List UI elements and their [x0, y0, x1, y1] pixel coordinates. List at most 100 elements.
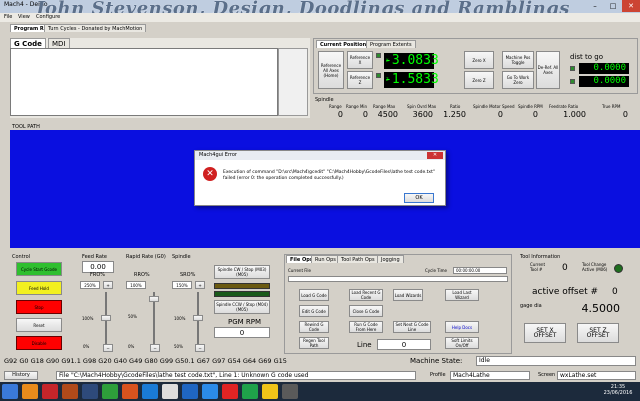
- tab-jogging[interactable]: Jogging: [377, 255, 404, 263]
- app-icon-7[interactable]: [142, 384, 158, 399]
- menu-bar: File View Configure: [0, 13, 640, 22]
- tab-current-positions[interactable]: Current Positions: [316, 40, 374, 48]
- menu-file[interactable]: File: [4, 14, 12, 20]
- minimize-button[interactable]: –: [586, 0, 604, 12]
- zero-z-button[interactable]: Zero Z: [464, 71, 494, 89]
- dtg-x-led: [570, 66, 575, 71]
- gage-dia-value: 4.5000: [581, 302, 621, 315]
- fro-plus-button[interactable]: +: [103, 281, 113, 289]
- app-icon-14[interactable]: [282, 384, 298, 399]
- feedrate-ratio-label: Feedrate Ratio: [549, 104, 579, 109]
- app-icon-6[interactable]: [122, 384, 138, 399]
- reset-button[interactable]: Reset: [16, 318, 62, 332]
- app-icon-8[interactable]: [162, 384, 178, 399]
- true-rpm-label: True RPM: [602, 104, 621, 109]
- fro-label: FRO%: [90, 272, 106, 278]
- reference-z-button[interactable]: Reference Z: [347, 71, 373, 89]
- tab-turn-cycles[interactable]: Turn Cycles - Donated by MachMotion: [44, 24, 147, 32]
- spindle-at-speed-indicator: [214, 291, 270, 297]
- feed-rate-title: Feed Rate: [82, 254, 107, 260]
- menu-view[interactable]: View: [18, 14, 30, 20]
- sro-plus-button[interactable]: +: [195, 281, 205, 289]
- app-icon-1[interactable]: [22, 384, 38, 399]
- error-dialog: Mach4gui Error ✕ ✕ Execution of command …: [194, 150, 446, 206]
- help-docs-button[interactable]: Help Docs: [445, 321, 479, 333]
- goto-work-zero-button[interactable]: Go To Work Zero: [502, 71, 534, 89]
- spindle-row: Spindle Range Range Min Range Max Spin O…: [313, 97, 638, 123]
- ratio-value: 1.250: [443, 110, 466, 119]
- line-label: Line: [357, 341, 372, 349]
- fro-slider-thumb[interactable]: [101, 315, 111, 321]
- dialog-message: Execution of command "D:\src\Mach4\gcedi…: [223, 170, 435, 181]
- app-icon-3[interactable]: [62, 384, 78, 399]
- edit-gcode-button[interactable]: Edit G Code: [299, 305, 329, 317]
- gage-dia-label: gage dia: [520, 303, 542, 309]
- set-next-line-button[interactable]: Set Next G Code Line: [393, 321, 431, 333]
- dialog-ok-button[interactable]: OK: [404, 193, 434, 203]
- sro-slider-thumb[interactable]: [193, 315, 203, 321]
- rewind-gcode-button[interactable]: Rewind G Code: [299, 321, 329, 333]
- fro-minus-button[interactable]: −: [103, 344, 113, 352]
- load-wizards-button[interactable]: Load Wizards: [393, 289, 423, 301]
- app-icon-12[interactable]: [242, 384, 258, 399]
- soft-limits-button[interactable]: Soft Limits On/Off: [445, 337, 479, 349]
- app-icon-5[interactable]: [102, 384, 118, 399]
- start-icon[interactable]: [2, 384, 18, 399]
- reference-x-button[interactable]: Reference X: [347, 51, 373, 69]
- dialog-close-icon[interactable]: ✕: [427, 152, 443, 159]
- app-icon-9[interactable]: [182, 384, 198, 399]
- load-last-wizard-button[interactable]: Load Last Wizard: [445, 289, 479, 301]
- screen-label: Screen: [538, 372, 556, 378]
- clock: 21:35 23/06/2016: [600, 384, 636, 396]
- menu-configure[interactable]: Configure: [36, 14, 60, 20]
- rro-slider-thumb[interactable]: [149, 296, 159, 302]
- close-button[interactable]: ✕: [622, 0, 640, 12]
- close-gcode-button[interactable]: Close G Code: [349, 305, 383, 317]
- tab-run-ops[interactable]: Run Ops: [311, 255, 340, 263]
- modal-gcodes: G92 G0 G18 G90 G91.1 G98 G20 G40 G49 G80…: [4, 357, 287, 365]
- app-icon-4[interactable]: [82, 384, 98, 399]
- disable-button[interactable]: Disable: [16, 336, 62, 350]
- machine-state-value: Idle: [476, 356, 636, 366]
- sro-minus-button[interactable]: −: [195, 344, 205, 352]
- zero-x-button[interactable]: Zero X: [464, 51, 494, 69]
- load-gcode-button[interactable]: Load G Code: [299, 289, 329, 301]
- gcode-scrollbar[interactable]: [278, 48, 308, 116]
- tab-mdi[interactable]: MDI: [48, 38, 70, 48]
- feed-hold-button[interactable]: Feed Hold: [16, 281, 62, 295]
- true-rpm-value: 0: [622, 110, 628, 119]
- stop-button[interactable]: Stop: [16, 300, 62, 314]
- app-icon-10[interactable]: [202, 384, 218, 399]
- maximize-button[interactable]: □: [604, 0, 622, 12]
- tab-gcode[interactable]: G Code: [10, 38, 46, 48]
- sro-label: SRO%: [180, 272, 196, 278]
- load-recent-gcode-button[interactable]: Load Recent G Code: [349, 289, 383, 301]
- rro-value: 100%: [126, 281, 146, 289]
- tab-tool-path-ops[interactable]: Tool Path Ops: [337, 255, 379, 263]
- run-from-here-button[interactable]: Run G Code From Here: [349, 321, 383, 333]
- history-button[interactable]: History: [4, 371, 38, 380]
- app-icon-11[interactable]: [222, 384, 238, 399]
- regen-toolpath-button[interactable]: Regen Tool Path: [299, 337, 329, 349]
- machine-pos-toggle-button[interactable]: Machine Pos Toggle: [502, 51, 534, 69]
- spindle-cw-button[interactable]: Spindle CW / Stop (M03) (M05): [214, 265, 270, 279]
- spindle-motor-speed-label: Spindle Motor Speed: [473, 104, 515, 109]
- x-home-led: [376, 53, 381, 58]
- current-file-label: Current File: [288, 268, 311, 273]
- app-icon-13[interactable]: [262, 384, 278, 399]
- sro-50-label: 50%: [174, 344, 183, 349]
- spindle-ccw-button[interactable]: Spindle CCW / Stop (M04) (M05): [214, 300, 270, 314]
- z-position-dro: Z -1.5833: [384, 72, 439, 88]
- cycle-start-button[interactable]: Cycle Start Gcode: [16, 262, 62, 276]
- rro-minus-button[interactable]: −: [150, 344, 160, 352]
- reference-all-button[interactable]: Reference All Axes (Home): [318, 51, 344, 89]
- dtg-z-dro: 0.0000: [579, 76, 629, 87]
- gcode-display[interactable]: [10, 48, 278, 116]
- dtg-z-led: [570, 79, 575, 84]
- app-icon-2[interactable]: [42, 384, 58, 399]
- status-bar: History File "C:\Mach4Hobby\GcodeFiles\l…: [0, 370, 640, 381]
- tab-program-extents[interactable]: Program Extents: [366, 40, 416, 48]
- set-z-offset-button[interactable]: SET Z OFFSET: [577, 323, 619, 343]
- deref-all-button[interactable]: De-Ref. All Axes: [536, 51, 560, 89]
- set-x-offset-button[interactable]: SET X OFFSET: [524, 323, 566, 343]
